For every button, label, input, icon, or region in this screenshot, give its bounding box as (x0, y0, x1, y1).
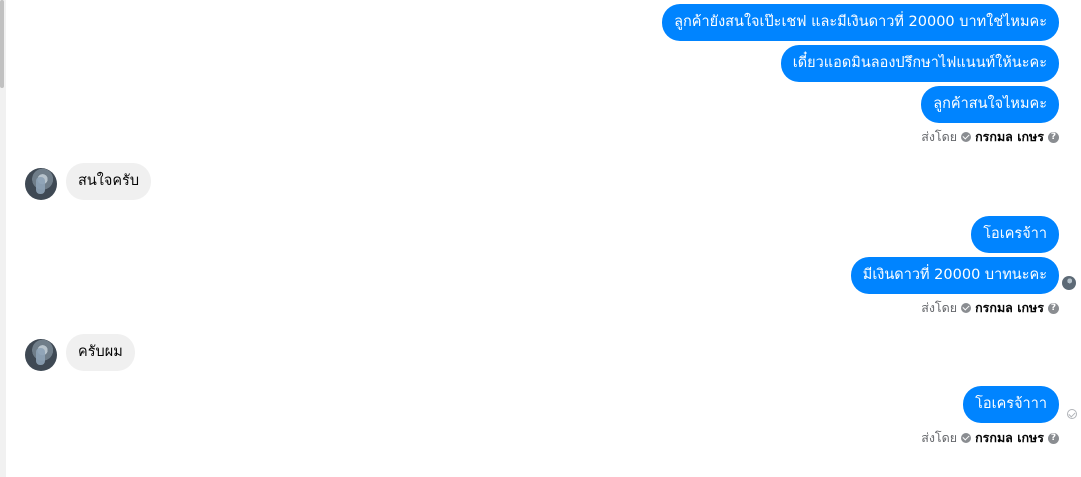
outgoing-message[interactable]: โอเครจ้าา (971, 216, 1059, 253)
outgoing-message[interactable]: เดี๋ยวแอดมินลองปรึกษาไฟแนนท์ให้นะคะ (780, 45, 1059, 82)
sent-check-icon (1067, 409, 1077, 419)
sender-name: กรกมล เกษร (975, 430, 1044, 445)
outgoing-message[interactable]: โอเครจ้าาา (963, 386, 1059, 423)
check-circle-icon (961, 303, 972, 313)
incoming-message[interactable]: สนใจครับ (66, 163, 152, 200)
seen-avatar (1062, 276, 1076, 290)
sender-name: กรกมล เกษร (975, 129, 1044, 144)
sent-by-label: ส่งโดย (921, 300, 958, 315)
sent-by-line: ส่งโดย กรกมล เกษร ? (921, 299, 1059, 317)
check-circle-icon (961, 433, 972, 443)
sent-by-line: ส่งโดย กรกมล เกษร ? (921, 429, 1059, 447)
question-circle-icon[interactable]: ? (1048, 131, 1059, 143)
outgoing-message[interactable]: มีเงินดาวที่ 20000 บาทนะคะ (850, 257, 1059, 294)
avatar[interactable] (25, 168, 57, 200)
scrollbar[interactable] (0, 0, 6, 477)
question-circle-icon[interactable]: ? (1048, 432, 1059, 444)
avatar[interactable] (25, 339, 57, 371)
scrollbar-thumb[interactable] (0, 0, 4, 88)
sent-by-label: ส่งโดย (921, 430, 958, 445)
outgoing-message[interactable]: ลูกค้ายังสนใจเป๊ะเชฟ และมีเงินดาวที่ 200… (662, 4, 1059, 41)
outgoing-message[interactable]: ลูกค้าสนใจไหมคะ (921, 86, 1059, 123)
sent-by-line: ส่งโดย กรกมล เกษร ? (921, 128, 1059, 146)
question-circle-icon[interactable]: ? (1048, 302, 1059, 314)
incoming-message[interactable]: ครับผม (66, 334, 135, 371)
sent-by-label: ส่งโดย (921, 129, 958, 144)
check-circle-icon (961, 132, 972, 142)
sender-name: กรกมล เกษร (975, 300, 1044, 315)
